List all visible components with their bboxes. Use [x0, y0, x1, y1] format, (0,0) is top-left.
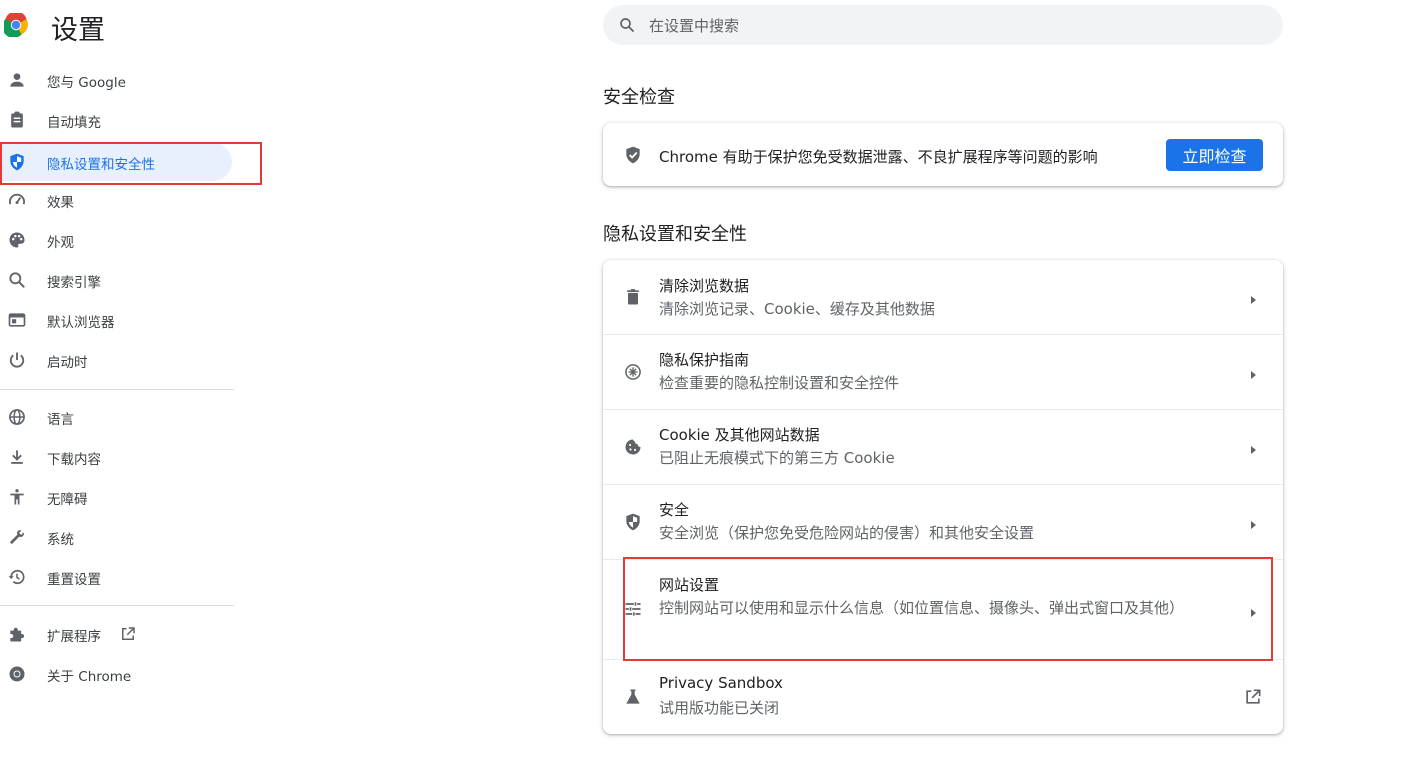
- compass-icon: [623, 362, 643, 382]
- sidebar-item-search-engine[interactable]: 搜索引擎: [0, 261, 232, 299]
- sidebar-item-label: 扩展程序: [47, 629, 101, 645]
- power-icon: [7, 350, 27, 370]
- sidebar-item-label: 语言: [47, 412, 74, 428]
- accessibility-icon: [7, 487, 27, 507]
- sidebar-item-default-browser[interactable]: 默认浏览器: [0, 301, 232, 339]
- search-icon: [7, 270, 27, 290]
- chrome-icon: [7, 664, 27, 684]
- row-title: 清除浏览数据: [659, 277, 750, 295]
- open-in-new-icon[interactable]: [1243, 687, 1263, 707]
- wrench-icon: [7, 527, 27, 547]
- sidebar-item-label: 效果: [47, 195, 74, 211]
- sidebar-item-label: 系统: [47, 532, 74, 548]
- sidebar-item-accessibility[interactable]: 无障碍: [0, 478, 232, 516]
- sidebar-item-on-startup[interactable]: 启动时: [0, 341, 232, 379]
- privacy-guide-row[interactable]: 隐私保护指南 检查重要的隐私控制设置和安全控件: [603, 335, 1283, 409]
- flask-icon: [623, 687, 643, 707]
- sidebar-item-label: 启动时: [47, 355, 88, 371]
- search-placeholder: 在设置中搜索: [649, 17, 740, 35]
- cookies-row[interactable]: Cookie 及其他网站数据 已阻止无痕模式下的第三方 Cookie: [603, 410, 1283, 484]
- sidebar-item-label: 关于 Chrome: [47, 669, 132, 685]
- row-subtitle: 安全浏览（保护您免受危险网站的侵害）和其他安全设置: [659, 524, 1035, 542]
- check-now-button[interactable]: 立即检查: [1166, 139, 1263, 171]
- row-subtitle: 已阻止无痕模式下的第三方 Cookie: [659, 449, 895, 467]
- chevron-right-icon: [1247, 441, 1259, 454]
- sidebar-item-label: 您与 Google: [47, 75, 126, 91]
- sidebar-divider: [0, 605, 234, 606]
- row-subtitle: 试用版功能已关闭: [659, 699, 780, 717]
- sidebar-item-appearance[interactable]: 外观: [0, 221, 232, 259]
- row-title: Cookie 及其他网站数据: [659, 426, 820, 444]
- safety-check-heading: 安全检查: [603, 87, 675, 108]
- safety-check-description: Chrome 有助于保护您免受数据泄露、不良扩展程序等问题的影响: [659, 148, 1098, 166]
- sidebar-item-label: 无障碍: [47, 492, 88, 508]
- row-title: 安全: [659, 501, 690, 519]
- sidebar-item-label: 默认浏览器: [47, 315, 115, 331]
- sidebar-item-label: 重置设置: [47, 572, 101, 588]
- puzzle-icon: [7, 624, 27, 644]
- row-title: Privacy Sandbox: [659, 674, 783, 692]
- browser-window-icon: [7, 310, 27, 330]
- sidebar-item-extensions[interactable]: 扩展程序: [0, 615, 232, 653]
- row-title: 隐私保护指南: [659, 351, 750, 369]
- globe-icon: [7, 407, 27, 427]
- row-subtitle: 清除浏览记录、Cookie、缓存及其他数据: [659, 300, 935, 318]
- palette-icon: [7, 230, 27, 250]
- chevron-right-icon: [1247, 366, 1259, 379]
- sidebar-item-downloads[interactable]: 下载内容: [0, 438, 232, 476]
- clear-browsing-data-row[interactable]: 清除浏览数据 清除浏览记录、Cookie、缓存及其他数据: [603, 260, 1283, 334]
- search-icon: [618, 16, 636, 34]
- shield-check-icon: [623, 145, 643, 165]
- person-icon: [7, 70, 27, 90]
- open-in-new-icon: [119, 625, 137, 643]
- history-icon: [7, 567, 27, 587]
- sidebar-item-label: 外观: [47, 235, 74, 251]
- highlight-box: [623, 557, 1273, 661]
- privacy-security-heading: 隐私设置和安全性: [603, 224, 747, 245]
- sidebar-divider: [0, 389, 234, 390]
- sidebar-item-system[interactable]: 系统: [0, 518, 232, 556]
- sidebar-item-about-chrome[interactable]: 关于 Chrome: [0, 655, 232, 693]
- privacy-sandbox-row[interactable]: Privacy Sandbox 试用版功能已关闭: [603, 660, 1283, 734]
- sidebar-item-label: 下载内容: [47, 452, 101, 468]
- sidebar-item-languages[interactable]: 语言: [0, 398, 232, 436]
- sidebar-item-label: 搜索引擎: [47, 275, 101, 291]
- privacy-security-card: 清除浏览数据 清除浏览记录、Cookie、缓存及其他数据 隐私保护指南 检查重要…: [603, 260, 1283, 734]
- page-title: 设置: [51, 15, 105, 46]
- speedometer-icon: [7, 190, 27, 210]
- safety-check-card: Chrome 有助于保护您免受数据泄露、不良扩展程序等问题的影响 立即检查: [603, 123, 1283, 186]
- security-shield-icon: [623, 512, 643, 532]
- cookie-icon: [623, 437, 643, 457]
- security-row[interactable]: 安全 安全浏览（保护您免受危险网站的侵害）和其他安全设置: [603, 485, 1283, 559]
- sidebar-item-label: 自动填充: [47, 115, 101, 131]
- trash-icon: [623, 287, 643, 307]
- sidebar-item-autofill[interactable]: 自动填充: [0, 101, 232, 139]
- sidebar-item-reset-settings[interactable]: 重置设置: [0, 558, 232, 596]
- chevron-right-icon: [1247, 291, 1259, 304]
- search-input[interactable]: 在设置中搜索: [603, 5, 1283, 45]
- highlight-box: [0, 142, 262, 185]
- download-icon: [7, 447, 27, 467]
- chevron-right-icon: [1247, 516, 1259, 529]
- chrome-logo: [2, 11, 28, 38]
- clipboard-icon: [7, 110, 27, 130]
- sidebar-item-you-and-google[interactable]: 您与 Google: [0, 61, 232, 99]
- row-subtitle: 检查重要的隐私控制设置和安全控件: [659, 374, 900, 392]
- sidebar-item-performance[interactable]: 效果: [0, 181, 232, 219]
